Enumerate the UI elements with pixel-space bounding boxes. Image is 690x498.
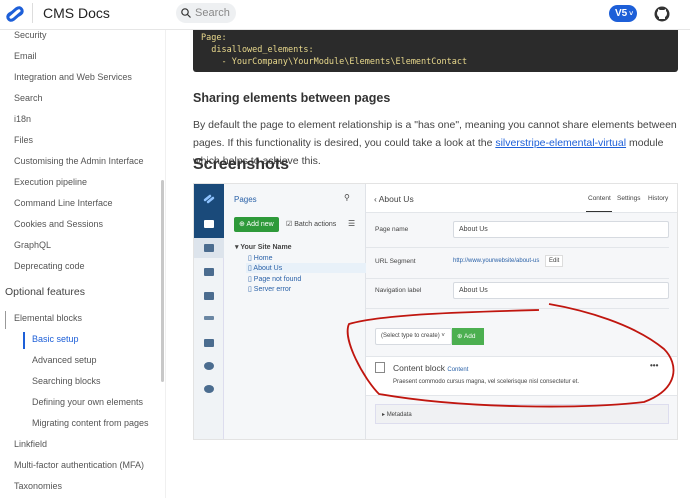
search-icon[interactable]: ⚲ <box>344 193 350 202</box>
rail-top <box>194 184 224 238</box>
search-input[interactable]: Search <box>176 3 236 23</box>
sidebar-item[interactable]: Files <box>14 135 33 145</box>
sidebar-item[interactable]: Basic setup <box>32 334 79 344</box>
sidebar-nav: Security Email Integration and Web Service… <box>0 30 166 498</box>
tree-root-label: Your Site Name <box>240 244 291 251</box>
divider <box>366 247 669 248</box>
site-title[interactable]: CMS Docs <box>43 5 110 21</box>
page-name-label: Page name <box>375 226 408 233</box>
section-indicator <box>5 311 6 329</box>
sidebar-item[interactable]: Defining your own elements <box>32 397 143 407</box>
tree-root[interactable]: ▾ Your Site Name <box>235 243 292 251</box>
users-icon[interactable] <box>204 339 214 347</box>
sidebar-item[interactable]: Deprecating code <box>14 261 85 271</box>
tree-item-server-error[interactable]: ▯ Server error <box>248 285 291 293</box>
header-divider <box>32 3 33 23</box>
silverstripe-logo[interactable] <box>5 5 25 23</box>
search-icon <box>181 8 191 18</box>
files-icon[interactable] <box>204 268 214 276</box>
reports-icon[interactable] <box>204 316 214 320</box>
sidebar-item[interactable]: Elemental blocks <box>14 313 82 323</box>
back-button[interactable]: ‹ About Us <box>374 194 414 204</box>
sitetree-icon[interactable] <box>204 244 214 252</box>
sidebar-item[interactable]: Advanced setup <box>32 355 97 365</box>
tab-history[interactable]: History <box>648 195 668 202</box>
sidebar-item[interactable]: Searching blocks <box>32 376 101 386</box>
tree-item-about-us[interactable]: ▯ About Us <box>248 264 282 272</box>
version-label: V5 <box>615 8 627 19</box>
batch-actions-label: Batch actions <box>294 221 336 228</box>
batch-actions[interactable]: ☑ Batch actions <box>286 220 336 228</box>
sidebar-item[interactable]: Multi-factor authentication (MFA) <box>14 460 144 470</box>
sharing-heading: Sharing elements between pages <box>193 91 390 105</box>
image-icon[interactable] <box>204 292 214 300</box>
top-header: CMS Docs Search V5 ˅ <box>0 0 690 30</box>
add-new-button[interactable]: ⊕ Add new <box>234 217 279 232</box>
tab-content[interactable]: Content <box>588 195 611 202</box>
list-view-icon[interactable]: ☰ <box>348 219 355 228</box>
github-icon[interactable] <box>654 6 670 22</box>
tree-item-page-not-found[interactable]: ▯ Page not found <box>248 275 301 283</box>
sidebar-item[interactable]: Security <box>14 30 47 40</box>
url-edit-button[interactable]: Edit <box>545 255 563 267</box>
tree-item-home[interactable]: ▯ Home <box>248 254 272 262</box>
edit-title: About Us <box>379 194 414 204</box>
search-placeholder: Search <box>195 7 230 19</box>
chevron-down-icon: ˅ <box>627 11 633 18</box>
sidebar-item[interactable]: Search <box>14 93 43 103</box>
sidebar-item[interactable]: Migrating content from pages <box>32 418 149 428</box>
url-segment-value[interactable]: http://www.yourwebsite/about-us <box>453 258 539 264</box>
sidebar-item[interactable]: Taxonomies <box>14 481 62 491</box>
code-block: Page: disallowed_elements: - YourCompany… <box>193 26 678 72</box>
cms-menu-rail <box>194 184 224 440</box>
cms-screenshot: Pages ⚲ ⊕ Add new ☑ Batch actions ☰ ▾ Yo… <box>193 183 678 440</box>
url-segment-label: URL Segment <box>375 258 416 265</box>
cms-logo-icon <box>203 194 215 204</box>
sidebar-item[interactable]: Cookies and Sessions <box>14 219 103 229</box>
sidebar-scrollbar[interactable] <box>161 180 164 382</box>
settings-icon[interactable] <box>204 362 214 370</box>
tab-active-underline <box>586 211 612 212</box>
active-indicator <box>23 332 25 349</box>
page-name-input[interactable]: About Us <box>453 221 669 238</box>
sidebar-divider <box>165 30 166 498</box>
user-icon[interactable] <box>204 220 214 228</box>
sidebar-item[interactable]: Integration and Web Services <box>14 72 132 82</box>
help-icon[interactable] <box>204 385 214 393</box>
screenshots-heading: Screenshots <box>193 156 289 174</box>
version-dropdown[interactable]: V5 ˅ <box>609 5 637 22</box>
add-new-label: Add new <box>246 221 273 228</box>
sidebar-item[interactable]: Customising the Admin Interface <box>14 156 144 166</box>
sidebar-item[interactable]: GraphQL <box>14 240 51 250</box>
sidebar-item[interactable]: Linkfield <box>14 439 47 449</box>
nav-label-label: Navigation label <box>375 287 421 294</box>
pages-title: Pages <box>234 195 257 204</box>
annotation-circle <box>344 294 678 414</box>
divider <box>366 278 669 279</box>
sidebar-item[interactable]: Command Line Interface <box>14 198 113 208</box>
sidebar-section-optional-features: Optional features <box>5 286 85 298</box>
sidebar-item[interactable]: Email <box>14 51 37 61</box>
tab-settings[interactable]: Settings <box>617 195 641 202</box>
sidebar-item[interactable]: i18n <box>14 114 31 124</box>
elemental-virtual-link[interactable]: silverstripe-elemental-virtual <box>495 137 626 149</box>
sidebar-item[interactable]: Execution pipeline <box>14 177 87 187</box>
